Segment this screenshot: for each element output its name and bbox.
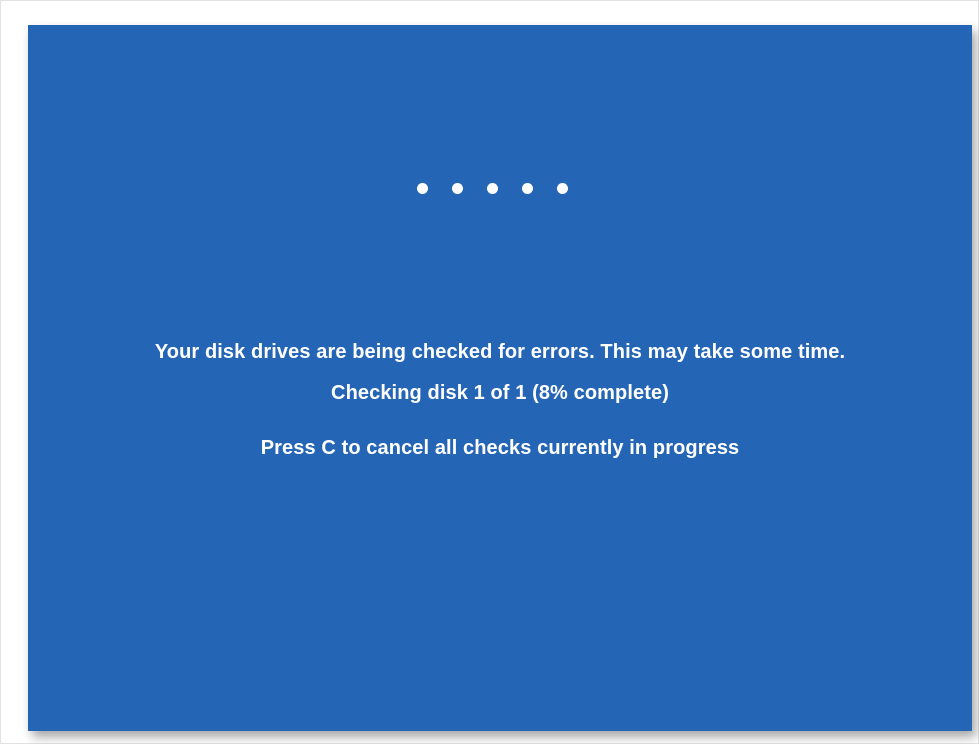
disk-check-screen: Your disk drives are being checked for e… <box>28 25 972 731</box>
disk-check-message: Your disk drives are being checked for e… <box>154 341 846 363</box>
loading-dot <box>486 183 498 194</box>
loading-dot <box>416 183 428 194</box>
loading-dots-indicator <box>28 183 972 197</box>
cancel-hint: Press C to cancel all checks currently i… <box>260 437 740 459</box>
loading-dot <box>556 183 568 194</box>
loading-dot <box>451 183 463 194</box>
disk-check-status: Checking disk 1 of 1 (8% complete) <box>331 382 669 404</box>
loading-dot <box>521 183 533 194</box>
screenshot-frame: Your disk drives are being checked for e… <box>0 0 979 744</box>
